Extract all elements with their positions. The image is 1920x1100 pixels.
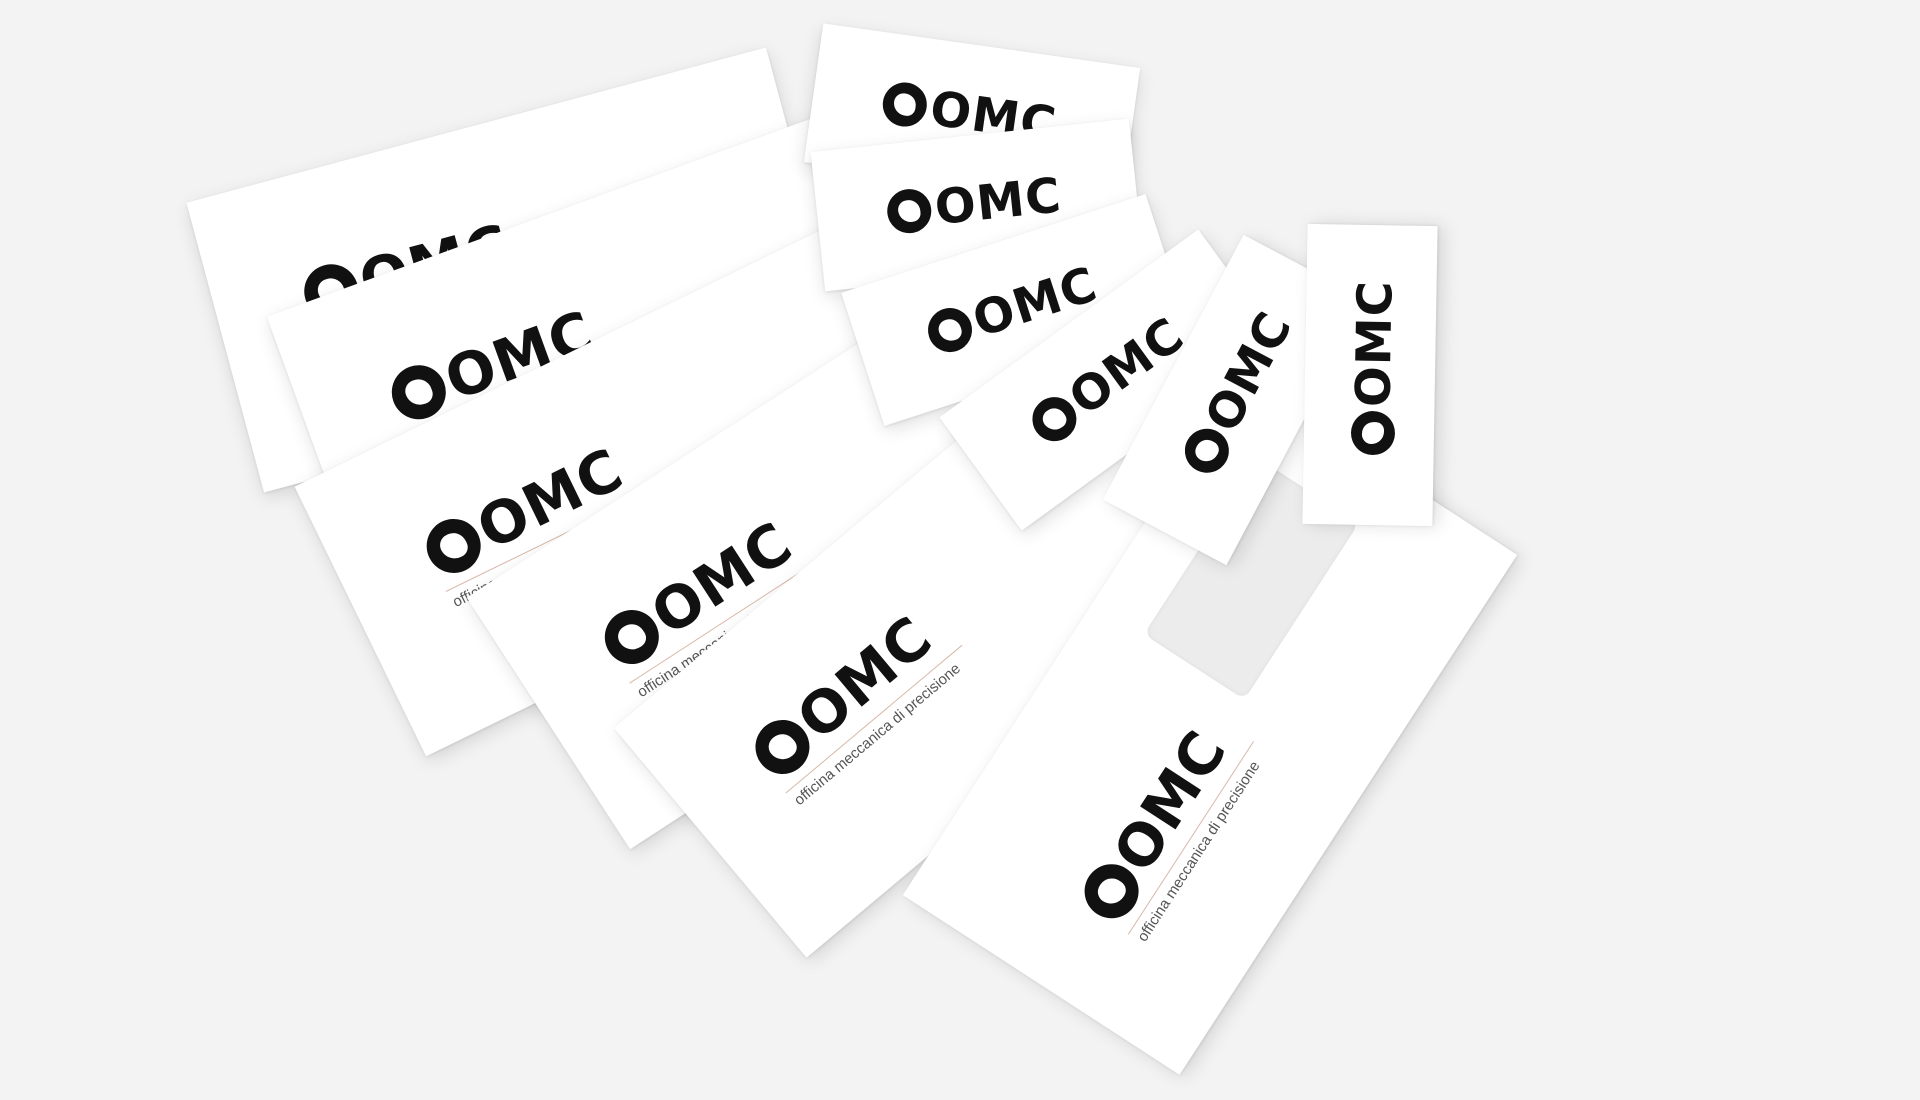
logo-text: OMC [932, 167, 1065, 237]
logo-text: OMC [1345, 279, 1404, 408]
bell-icon [879, 79, 930, 130]
hand-icon [885, 186, 934, 236]
logo-text: OMC [1099, 718, 1241, 884]
bell-icon [1350, 410, 1396, 456]
nut-icon [922, 302, 978, 358]
logo-text: OMC [784, 602, 945, 753]
logo-text: OMC [1194, 302, 1304, 441]
business-card: OMC [1302, 223, 1438, 527]
omc-logo: OMC [1173, 302, 1304, 481]
omc-logo: OMC [885, 167, 1065, 237]
stationery-photo: OMC officina meccanica di precisione OMC… [0, 0, 1920, 1100]
omc-logo: OMC [1345, 279, 1404, 456]
